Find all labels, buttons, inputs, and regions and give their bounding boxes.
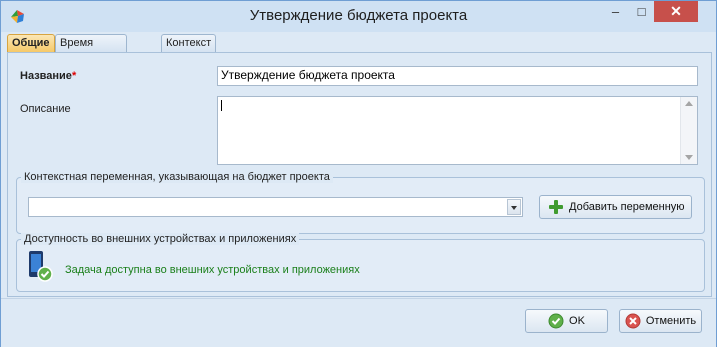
name-field[interactable]: Утверждение бюджета проекта: [217, 66, 698, 86]
tab-general[interactable]: Общие: [7, 34, 55, 53]
context-variable-select[interactable]: [28, 197, 523, 217]
availability-legend: Доступность во внешних устройствах и при…: [21, 233, 300, 245]
description-label: Описание: [20, 103, 71, 115]
availability-group: Доступность во внешних устройствах и при…: [16, 233, 705, 292]
cancel-icon: [625, 313, 641, 329]
add-variable-button[interactable]: Добавить переменную: [539, 195, 692, 219]
dropdown-button[interactable]: [507, 199, 521, 215]
maximize-button[interactable]: □: [628, 1, 655, 22]
mobile-device-check-icon: [29, 251, 53, 282]
cancel-button[interactable]: Отменить: [619, 309, 702, 333]
check-icon: [548, 313, 564, 329]
required-mark: *: [71, 70, 77, 82]
tab-context[interactable]: Контекст: [161, 34, 217, 52]
chevron-down-icon: [511, 206, 517, 210]
description-field[interactable]: [217, 96, 698, 165]
minimize-button[interactable]: –: [602, 1, 629, 22]
context-variable-group: Контекстная переменная, указывающая на б…: [16, 171, 705, 234]
close-button[interactable]: ✕: [654, 1, 698, 22]
tab-panel-general: Название* Утверждение бюджета проекта Оп…: [7, 52, 712, 297]
dialog-footer: OK Отменить: [1, 298, 716, 347]
description-scrollbar[interactable]: [680, 97, 697, 164]
tab-execution-time[interactable]: Время выполнения: [55, 34, 128, 66]
scroll-down-arrow-icon[interactable]: [685, 155, 693, 160]
name-label: Название*: [20, 70, 77, 82]
plus-icon: [549, 200, 563, 214]
availability-status-text: Задача доступна во внешних устройствах и…: [65, 264, 360, 276]
context-variable-legend: Контекстная переменная, указывающая на б…: [21, 171, 333, 183]
scroll-up-arrow-icon[interactable]: [685, 101, 693, 106]
text-cursor: [221, 100, 222, 112]
dialog-window: Утверждение бюджета проекта – □ ✕ Общие …: [0, 0, 717, 347]
title-bar: Утверждение бюджета проекта – □ ✕: [1, 1, 716, 32]
ok-button[interactable]: OK: [525, 309, 608, 333]
